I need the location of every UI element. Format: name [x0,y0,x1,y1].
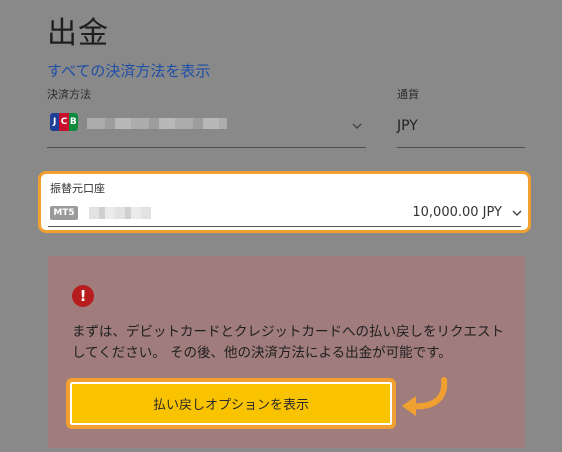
account-balance: 10,000.00 JPY [412,205,502,220]
masked-card-number [87,118,227,129]
alert-icon: ! [72,285,94,307]
chevron-down-icon[interactable] [512,208,522,218]
source-account-label: 振替元口座 [50,182,105,195]
currency-label: 通貨 [397,88,419,101]
account-underline [48,226,521,227]
payment-method-select[interactable]: JCB [47,104,366,148]
curved-arrow-icon [398,376,454,420]
chevron-down-icon[interactable] [352,121,362,131]
refund-notice-text: まずは、デビットカードとクレジットカードへの払い戻しをリクエストしてください。 … [72,324,504,361]
source-account-select[interactable]: 振替元口座 MT5 10,000.00 JPY [38,171,531,233]
page-title: 出金 [47,16,109,51]
jcb-logo-icon: JCB [50,113,78,131]
all-payment-methods-link[interactable]: すべての決済方法を表示 [47,60,210,81]
platform-badge: MT5 [50,206,78,220]
currency-value: JPY [397,118,418,134]
payment-method-label: 決済方法 [47,88,91,101]
show-refund-options-button[interactable]: 払い戻しオプションを表示 [66,378,396,429]
currency-field: JPY [397,104,525,148]
masked-account-number [89,207,151,219]
